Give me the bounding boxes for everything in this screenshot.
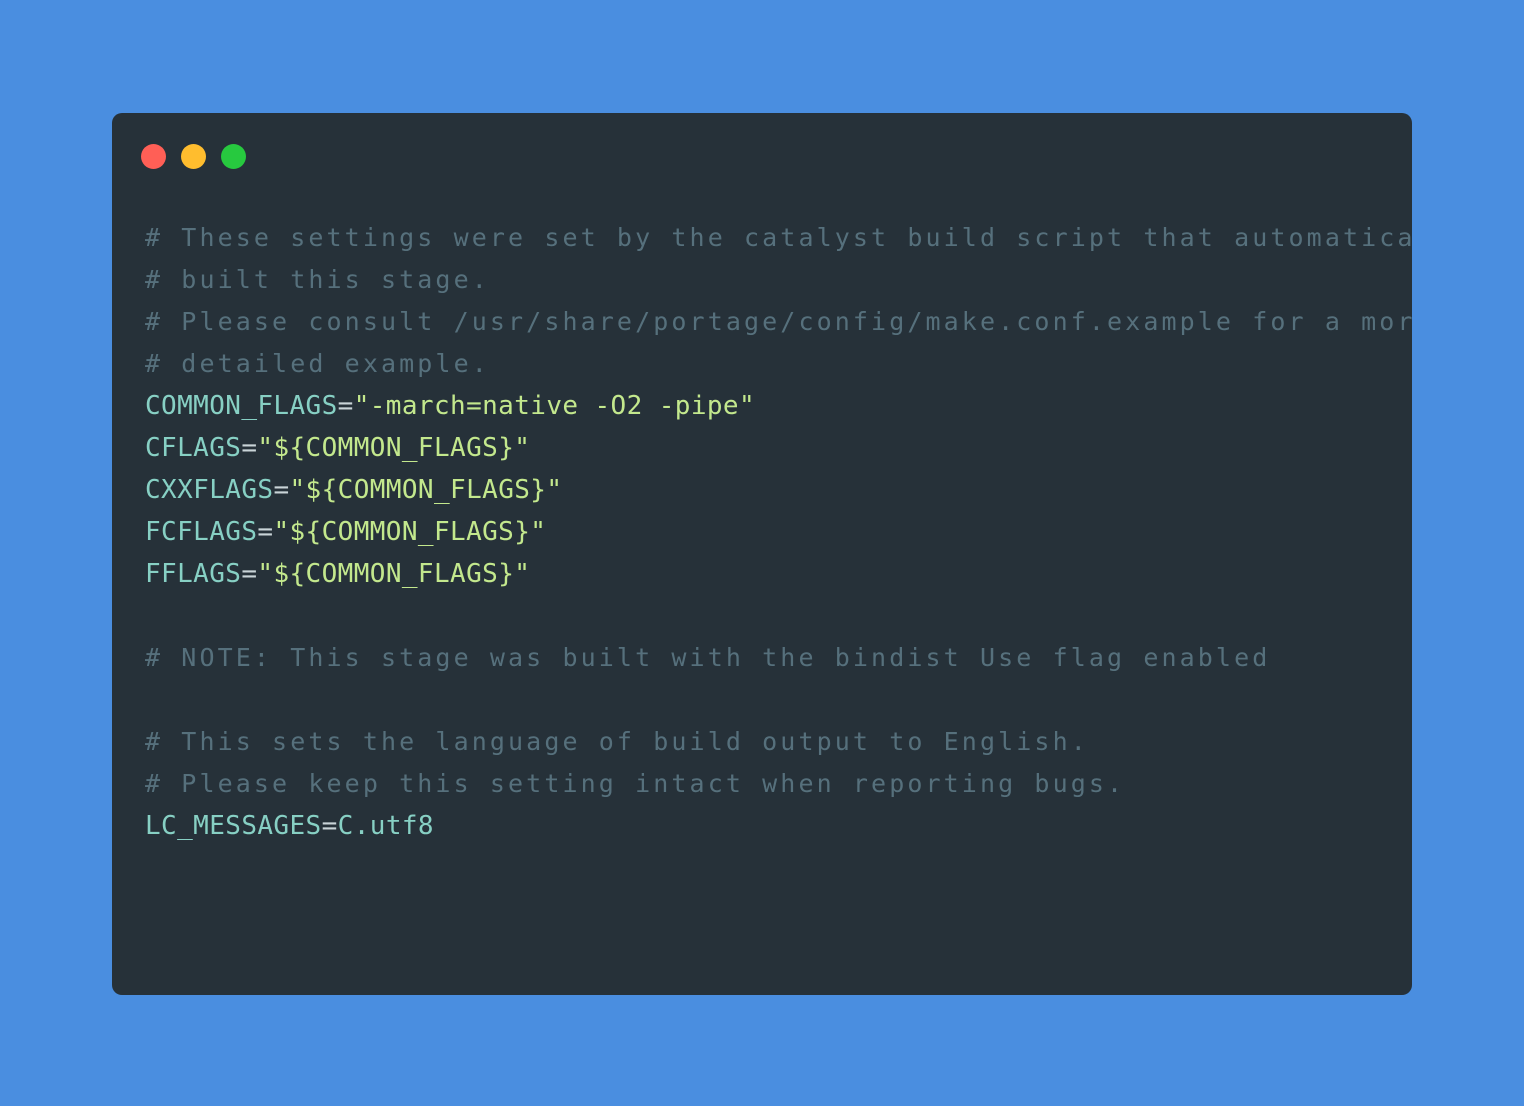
equals-sign: = xyxy=(257,517,274,547)
variable-name: FFLAGS xyxy=(145,559,242,589)
assignment-line: FFLAGS="${COMMON_FLAGS}" xyxy=(145,553,1412,595)
variable-value: "${COMMON_FLAGS}" xyxy=(257,559,531,589)
code-block: # These settings were set by the catalys… xyxy=(145,217,1412,847)
variable-value: "-march=native -O2 -pipe" xyxy=(353,391,756,421)
equals-sign: = xyxy=(337,391,354,421)
assignment-line: COMMON_FLAGS="-march=native -O2 -pipe" xyxy=(145,385,1412,427)
code-window: # These settings were set by the catalys… xyxy=(112,113,1412,995)
close-dot[interactable] xyxy=(141,144,166,169)
assignment-line: CFLAGS="${COMMON_FLAGS}" xyxy=(145,427,1412,469)
variable-name: COMMON_FLAGS xyxy=(145,391,338,421)
comment-line: # This sets the language of build output… xyxy=(145,727,1089,756)
variable-value: C.utf8 xyxy=(337,811,434,841)
equals-sign: = xyxy=(273,475,290,505)
window-controls xyxy=(141,144,246,169)
comment-line: # built this stage. xyxy=(145,265,490,294)
equals-sign: = xyxy=(241,433,258,463)
equals-sign: = xyxy=(321,811,338,841)
comment-line: # detailed example. xyxy=(145,349,490,378)
variable-value: "${COMMON_FLAGS}" xyxy=(289,475,563,505)
assignment-line: FCFLAGS="${COMMON_FLAGS}" xyxy=(145,511,1412,553)
comment-line: # Please keep this setting intact when r… xyxy=(145,769,1126,798)
variable-name: FCFLAGS xyxy=(145,517,258,547)
maximize-dot[interactable] xyxy=(221,144,246,169)
variable-name: CXXFLAGS xyxy=(145,475,274,505)
variable-value: "${COMMON_FLAGS}" xyxy=(257,433,531,463)
variable-name: LC_MESSAGES xyxy=(145,811,322,841)
minimize-dot[interactable] xyxy=(181,144,206,169)
variable-value: "${COMMON_FLAGS}" xyxy=(273,517,547,547)
comment-line: # These settings were set by the catalys… xyxy=(145,223,1412,252)
assignment-line: LC_MESSAGES=C.utf8 xyxy=(145,805,1412,847)
comment-line: # Please consult /usr/share/portage/conf… xyxy=(145,307,1412,336)
comment-line: # NOTE: This stage was built with the bi… xyxy=(145,643,1271,672)
assignment-line: CXXFLAGS="${COMMON_FLAGS}" xyxy=(145,469,1412,511)
variable-name: CFLAGS xyxy=(145,433,242,463)
equals-sign: = xyxy=(241,559,258,589)
